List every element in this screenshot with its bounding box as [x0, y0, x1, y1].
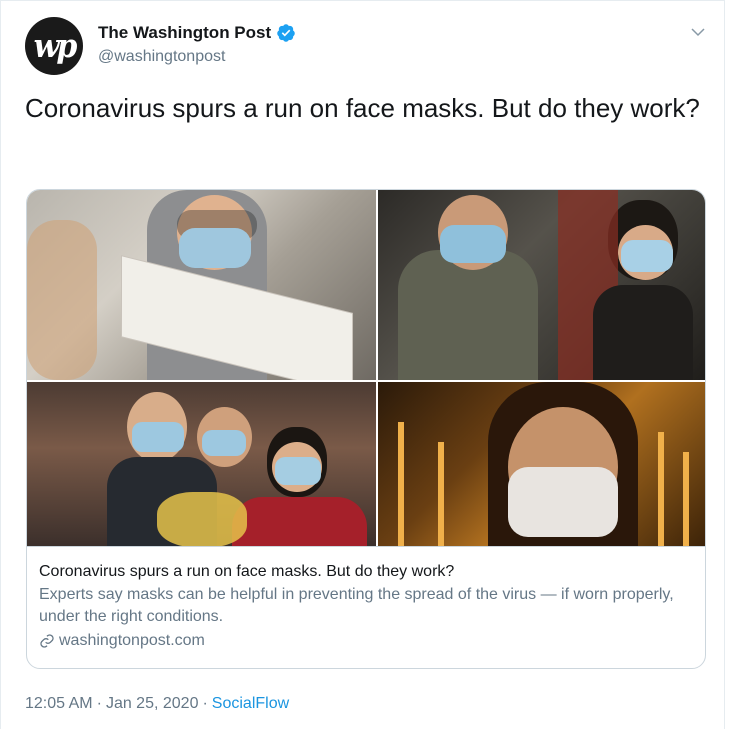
verified-badge-icon	[277, 24, 295, 42]
tweet-date[interactable]: Jan 25, 2020	[106, 695, 199, 713]
photo-woman-with-mask-candles	[378, 382, 705, 546]
tweet-meta: 12:05 AM · Jan 25, 2020 · SocialFlow	[25, 695, 289, 713]
source-link[interactable]: SocialFlow	[212, 695, 289, 713]
chevron-down-icon[interactable]	[689, 23, 707, 41]
card-title: Coronavirus spurs a run on face masks. B…	[39, 563, 455, 580]
card-domain: washingtonpost.com	[39, 630, 691, 652]
author-handle[interactable]: @washingtonpost	[98, 48, 225, 66]
photo-people-on-phones	[378, 190, 705, 380]
display-name[interactable]: The Washington Post	[98, 23, 271, 43]
link-icon	[40, 634, 54, 648]
meta-separator: ·	[202, 695, 208, 712]
photo-man-with-mask-boxes	[27, 190, 376, 380]
card-domain-text: washingtonpost.com	[59, 632, 205, 649]
tweet-text: Coronavirus spurs a run on face masks. B…	[25, 93, 700, 123]
tweet: wp The Washington Post @washingtonpost C…	[0, 0, 725, 729]
photo-street-crowd	[27, 382, 376, 546]
card-description: Experts say masks can be helpful in prev…	[39, 586, 674, 625]
avatar-logo: wp	[33, 26, 78, 66]
card-image[interactable]	[27, 190, 705, 547]
tweet-time[interactable]: 12:05 AM	[25, 695, 93, 713]
author-name-row[interactable]: The Washington Post	[98, 23, 296, 43]
meta-separator: ·	[96, 695, 102, 712]
card-body: Coronavirus spurs a run on face masks. B…	[27, 547, 705, 652]
avatar[interactable]: wp	[25, 17, 83, 75]
link-card[interactable]: Coronavirus spurs a run on face masks. B…	[26, 189, 706, 669]
